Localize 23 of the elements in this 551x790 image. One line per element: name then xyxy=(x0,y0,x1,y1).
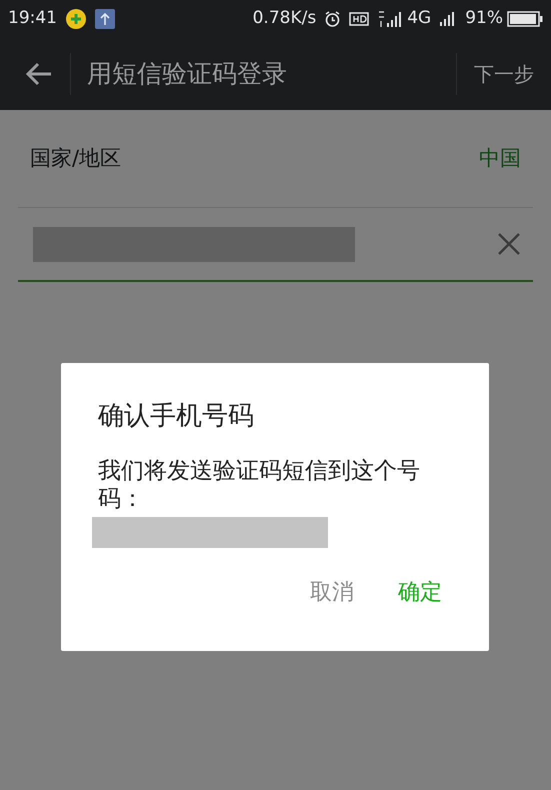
signal-icon xyxy=(377,10,404,28)
battery-icon xyxy=(507,11,543,27)
upload-icon xyxy=(95,9,115,29)
back-button[interactable] xyxy=(24,60,54,88)
network-speed: 0.78K/s xyxy=(252,7,316,30)
back-arrow-icon xyxy=(25,62,53,86)
clear-icon[interactable] xyxy=(497,232,521,256)
dialog-title: 确认手机号码 xyxy=(98,400,255,433)
country-label: 国家/地区 xyxy=(30,144,122,172)
hd-icon xyxy=(349,12,370,26)
app-icon xyxy=(65,8,87,30)
network-type: 4G xyxy=(407,7,432,30)
next-step-button[interactable]: 下一步 xyxy=(473,58,535,90)
cancel-button[interactable]: 取消 xyxy=(300,572,364,614)
phone-number-field[interactable] xyxy=(33,226,355,262)
screen-title: 用短信验证码登录 xyxy=(87,58,287,90)
confirm-button[interactable]: 确定 xyxy=(388,572,452,614)
dialog-message: 我们将发送验证码短信到这个号码： xyxy=(98,458,421,514)
clock-time: 19:41 xyxy=(8,7,57,30)
country-row[interactable]: 国家/地区 中国 xyxy=(18,110,533,208)
battery-percent: 91% xyxy=(465,7,503,30)
country-value: 中国 xyxy=(479,144,521,172)
alarm-icon xyxy=(324,10,342,28)
